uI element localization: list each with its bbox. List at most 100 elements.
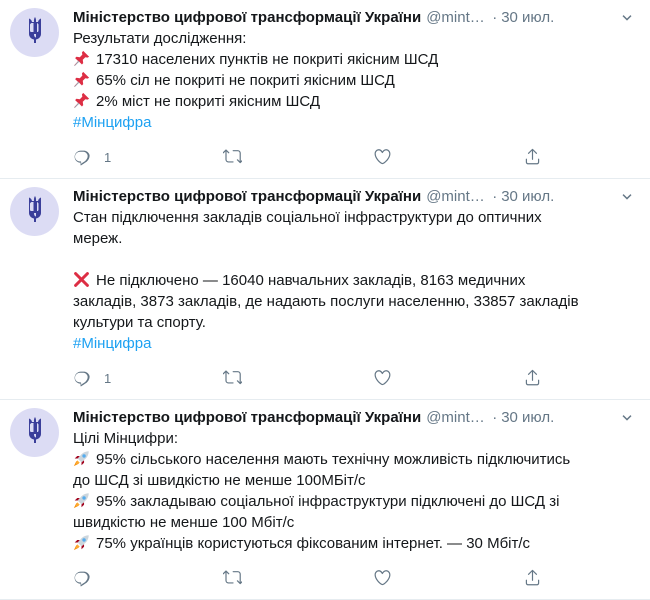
line-text: 95% закладываю соціальної інфраструктури… xyxy=(96,493,560,510)
text-line: закладів, 3873 закладів, де надають посл… xyxy=(73,291,636,312)
reply-count: 1 xyxy=(104,150,112,165)
line-text: 2% міст не покриті якісним ШСД xyxy=(96,93,321,110)
text-line: 17310 населених пунктів не покриті якісн… xyxy=(73,49,636,70)
text-line xyxy=(73,249,636,270)
avatar[interactable] xyxy=(10,408,59,457)
share-button[interactable] xyxy=(523,368,542,390)
line-text: 17310 населених пунктів не покриті якісн… xyxy=(96,51,439,68)
reply-count: 1 xyxy=(104,371,112,386)
text-line: Стан підключення закладів соціальної інф… xyxy=(73,207,636,228)
line-text: 75% українців користуються фіксованим ін… xyxy=(96,535,531,552)
tweet-text: Стан підключення закладів соціальної інф… xyxy=(73,207,636,354)
reply-icon xyxy=(73,147,92,169)
share-icon xyxy=(523,568,542,590)
text-line: 95% сільського населення мають технічну … xyxy=(73,449,636,470)
rocket-icon xyxy=(73,493,96,510)
separator-dot: · xyxy=(492,188,498,205)
reply-icon xyxy=(73,568,92,590)
pin-icon xyxy=(73,71,96,89)
line-text: Результати дослідження: xyxy=(73,30,247,47)
text-line: Цілі Мінцифри: xyxy=(73,428,636,449)
caret-icon[interactable] xyxy=(618,409,636,427)
text-line: мереж. xyxy=(73,228,636,249)
tweet[interactable]: Міністерство цифрової трансформації Укра… xyxy=(0,400,650,600)
rocket-icon xyxy=(73,535,96,552)
separator-dot: · xyxy=(492,9,498,26)
retweet-button[interactable] xyxy=(222,147,373,169)
share-button[interactable] xyxy=(523,568,542,590)
timestamp[interactable]: 30 июл. xyxy=(501,408,554,428)
retweet-icon xyxy=(222,368,244,390)
timestamp[interactable]: 30 июл. xyxy=(501,8,554,28)
cross-icon xyxy=(73,272,96,289)
line-text: 95% сільського населення мають технічну … xyxy=(96,451,571,468)
line-text: 65% сіл не покриті не покриті якісним ШС… xyxy=(96,72,395,89)
author-name[interactable]: Міністерство цифрової трансформації Укра… xyxy=(73,187,421,207)
author-name[interactable]: Міністерство цифрової трансформації Укра… xyxy=(73,408,421,428)
text-line: Не підключено — 16040 навчальних закладі… xyxy=(73,270,636,291)
reply-button[interactable]: 1 xyxy=(73,368,223,390)
separator-dot: · xyxy=(492,409,498,426)
trident-icon xyxy=(24,416,46,449)
like-button[interactable] xyxy=(373,368,523,390)
tweet[interactable]: Міністерство цифрової трансформації Укра… xyxy=(0,0,650,179)
text-line: швидкістю не менше 100 Мбіт/с xyxy=(73,512,636,533)
share-icon xyxy=(523,368,542,390)
like-icon xyxy=(373,147,392,169)
line-text: Не підключено — 16040 навчальних закладі… xyxy=(96,272,526,289)
hashtag-line: #Мінцифра xyxy=(73,112,636,133)
tweet-text: Результати дослідження: 17310 населених п… xyxy=(73,28,636,133)
reply-button[interactable] xyxy=(73,568,223,590)
text-line: 95% закладываю соціальної інфраструктури… xyxy=(73,491,636,512)
hashtag-link[interactable]: #Мінцифра xyxy=(73,335,151,352)
share-button[interactable] xyxy=(523,147,542,169)
tweet-text: Цілі Мінцифри: 95% сільського населення м… xyxy=(73,428,636,554)
pin-icon xyxy=(73,50,96,68)
hashtag-line: #Мінцифра xyxy=(73,333,636,354)
author-handle[interactable]: @mintsyfra xyxy=(426,408,488,428)
reply-button[interactable]: 1 xyxy=(73,147,223,169)
text-line: до ШСД зі швидкістю не менше 100МБіт/с xyxy=(73,470,636,491)
trident-icon xyxy=(24,195,46,228)
tweet[interactable]: Міністерство цифрової трансформації Укра… xyxy=(0,179,650,400)
retweet-icon xyxy=(222,147,244,169)
retweet-button[interactable] xyxy=(222,368,373,390)
timeline: Міністерство цифрової трансформації Укра… xyxy=(0,0,650,600)
tweet-actions xyxy=(73,558,636,599)
retweet-icon xyxy=(222,568,244,590)
line-text: культури та спорту. xyxy=(73,314,206,331)
retweet-button[interactable] xyxy=(222,568,373,590)
like-button[interactable] xyxy=(373,568,523,590)
author-handle[interactable]: @mintsyfra xyxy=(426,187,488,207)
line-text: до ШСД зі швидкістю не менше 100МБіт/с xyxy=(73,472,366,489)
rocket-icon xyxy=(73,451,96,468)
tweet-header: Міністерство цифрової трансформації Укра… xyxy=(73,408,636,428)
line-text: закладів, 3873 закладів, де надають посл… xyxy=(73,293,579,310)
timestamp[interactable]: 30 июл. xyxy=(501,187,554,207)
like-icon xyxy=(373,368,392,390)
reply-icon xyxy=(73,368,92,390)
tweet-actions: 1 xyxy=(73,137,636,178)
tweet-header: Міністерство цифрової трансформації Укра… xyxy=(73,8,636,28)
line-text: Стан підключення закладів соціальної інф… xyxy=(73,209,542,226)
tweet-actions: 1 xyxy=(73,358,636,399)
caret-icon[interactable] xyxy=(618,9,636,27)
line-text: швидкістю не менше 100 Мбіт/с xyxy=(73,514,295,531)
avatar[interactable] xyxy=(10,8,59,57)
author-handle[interactable]: @mintsyfra xyxy=(426,8,488,28)
line-text: мереж. xyxy=(73,230,123,247)
caret-icon[interactable] xyxy=(618,188,636,206)
pin-icon xyxy=(73,92,96,110)
text-line: 75% українців користуються фіксованим ін… xyxy=(73,533,636,554)
author-name[interactable]: Міністерство цифрової трансформації Укра… xyxy=(73,8,421,28)
trident-icon xyxy=(24,16,46,49)
tweet-header: Міністерство цифрової трансформації Укра… xyxy=(73,187,636,207)
text-line: 2% міст не покриті якісним ШСД xyxy=(73,91,636,112)
line-text: Цілі Мінцифри: xyxy=(73,430,178,447)
share-icon xyxy=(523,147,542,169)
text-line: 65% сіл не покриті не покриті якісним ШС… xyxy=(73,70,636,91)
like-button[interactable] xyxy=(373,147,523,169)
text-line: культури та спорту. xyxy=(73,312,636,333)
avatar[interactable] xyxy=(10,187,59,236)
hashtag-link[interactable]: #Мінцифра xyxy=(73,114,151,131)
